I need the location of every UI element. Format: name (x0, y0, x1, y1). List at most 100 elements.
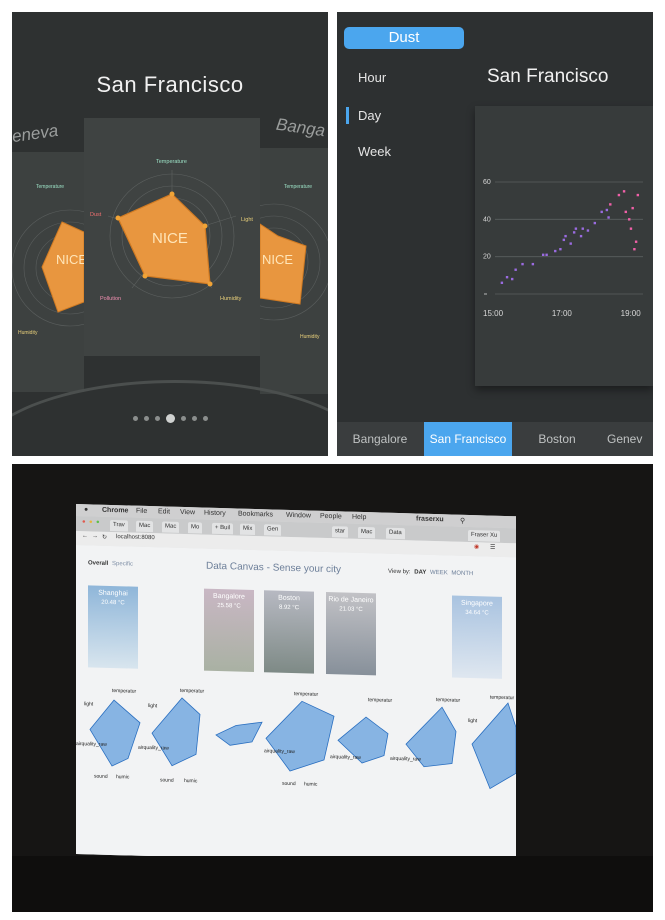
radar-axis-dust: Dust (90, 212, 102, 218)
city-tab-boston[interactable]: Boston (513, 422, 601, 456)
browser-tab[interactable]: Mix (240, 523, 256, 536)
radar-axis-label: sound (94, 774, 108, 780)
browser-tab[interactable]: + Buil (212, 522, 234, 535)
extension-icon[interactable]: ◉ (474, 543, 479, 550)
center-city-card[interactable]: NICE Temperature Light Humidity Pollutio… (84, 118, 260, 356)
view-by-day[interactable]: DAY (414, 569, 426, 575)
radar-axis-label: temperatur (368, 697, 393, 704)
menu-window[interactable]: Window (286, 512, 311, 520)
metric-selector-button[interactable]: Dust (344, 27, 464, 49)
menu-view[interactable]: View (180, 509, 195, 516)
radar-axis-label: humic (116, 774, 130, 780)
radar-axis-light: Light (241, 217, 253, 223)
page-dot-active[interactable] (165, 414, 175, 424)
weather-city-name: Bangalore (213, 592, 245, 601)
minimize-window-icon[interactable]: ● (89, 519, 93, 525)
left-radar-chart: NICE Temperature Humidity (12, 184, 129, 336)
scatter-point (624, 210, 627, 214)
page-indicator[interactable] (12, 410, 328, 428)
reload-icon[interactable]: ↻ (102, 534, 107, 541)
page-dot[interactable] (191, 416, 197, 422)
projector-photo-panel: ● Chrome File Edit View History Bookmark… (12, 464, 653, 912)
maximize-window-icon[interactable]: ● (96, 520, 100, 526)
apple-icon[interactable]: ● (84, 506, 88, 513)
browser-tab[interactable]: Trav (110, 519, 128, 532)
data-canvas-page: Overall Specific Data Canvas - Sense you… (76, 545, 516, 867)
left-radar-badge: NICE (56, 252, 84, 267)
overall-tab[interactable]: Overall (88, 560, 108, 567)
scatter-point (574, 227, 578, 230)
city-radar-shape (89, 699, 141, 767)
scatter-point (505, 276, 509, 279)
browser-tab[interactable]: Mac (162, 521, 180, 533)
view-by-label: View by: (388, 568, 411, 576)
menu-bookmarks[interactable]: Bookmarks (238, 511, 273, 519)
user-name[interactable]: fraserxu (416, 515, 444, 523)
close-window-icon[interactable]: ● (82, 519, 86, 525)
city-tab-san-francisco[interactable]: San Francisco (424, 422, 512, 456)
scatter-point (617, 193, 621, 197)
radar-axis-label: temperatur (180, 688, 205, 695)
page-dot[interactable] (154, 416, 160, 422)
search-icon[interactable]: ⚲ (460, 517, 465, 525)
scatter-point (564, 234, 567, 238)
page-dot[interactable] (180, 416, 186, 422)
scatter-point (631, 206, 634, 210)
scatter-point (572, 231, 576, 234)
city-weather-card[interactable]: Singapore 34.64 °C (452, 595, 502, 679)
range-day[interactable]: Day (358, 108, 381, 123)
forward-icon[interactable]: → (92, 533, 98, 539)
right-city-card[interactable]: NICE Temperature Humidity (215, 148, 328, 394)
center-radar-chart: NICE Temperature Light Humidity Pollutio… (90, 159, 253, 302)
city-title: San Francisco (96, 72, 244, 97)
page-dot[interactable] (132, 416, 138, 422)
page-dot[interactable] (202, 416, 208, 422)
projected-browser-window: ● Chrome File Edit View History Bookmark… (76, 504, 516, 867)
view-by-month[interactable]: MONTH (451, 570, 473, 577)
menu-file[interactable]: File (136, 508, 147, 515)
city-weather-card[interactable]: Bangalore 25.58 °C (204, 588, 254, 672)
city-weather-card[interactable]: Rio de Janeiro 21.03 °C (326, 591, 376, 676)
menu-history[interactable]: History (204, 510, 226, 518)
weather-city-name: Singapore (461, 599, 493, 608)
radar-axis-pollution: Pollution (100, 296, 121, 302)
x-tick-label: 15:00 (483, 309, 504, 318)
carousel-panel: San Francisco eneva Banga NICE Temperatu… (12, 12, 328, 456)
city-weather-card[interactable]: Shanghai 20.48 °C (88, 585, 138, 669)
city-tab-geneva[interactable]: Genev (607, 422, 653, 456)
profile-button[interactable]: Fraser Xu (468, 529, 501, 542)
menu-edit[interactable]: Edit (158, 508, 170, 515)
browser-tab[interactable]: Gen (264, 524, 282, 536)
radar-axis-label: humic (304, 781, 318, 787)
scatter-point (545, 253, 548, 256)
browser-tab[interactable]: Mac (136, 520, 154, 533)
range-hour[interactable]: Hour (358, 70, 386, 85)
left-city-card[interactable]: NICE Temperature Humidity (12, 152, 129, 392)
menu-chrome[interactable]: Chrome (102, 507, 128, 515)
view-by-week[interactable]: WEEK (430, 570, 448, 576)
right-radar-chart: NICE Temperature Humidity (215, 184, 328, 340)
weather-city-name: Rio de Janeiro (328, 596, 374, 605)
menu-help[interactable]: Help (352, 514, 366, 521)
scatter-point (514, 268, 517, 271)
center-radar-badge: NICE (152, 230, 188, 247)
menu-people[interactable]: People (320, 513, 342, 521)
scatter-point (579, 234, 583, 238)
city-tab-bangalore[interactable]: Bangalore (337, 422, 423, 456)
back-icon[interactable]: ← (82, 533, 88, 539)
browser-tab[interactable]: Mo (188, 522, 203, 534)
browser-tab[interactable]: star (332, 526, 349, 538)
city-radar-shape (471, 702, 516, 790)
specific-tab[interactable]: Specific (112, 561, 133, 568)
city-weather-card[interactable]: Boston 8.92 °C (264, 590, 314, 674)
radar-axis-label: airquality_raw (138, 745, 169, 752)
scatter-point (500, 281, 504, 284)
browser-tab-active[interactable]: Data (386, 527, 405, 540)
radar-axis-temperature: Temperature (156, 159, 187, 165)
menu-icon[interactable]: ☰ (490, 544, 495, 551)
scatter-point (634, 240, 638, 243)
range-week[interactable]: Week (358, 144, 391, 159)
page-dot[interactable] (143, 416, 149, 422)
left-radar-axis-humidity: Humidity (18, 330, 38, 336)
browser-tab[interactable]: Mac (358, 526, 376, 539)
